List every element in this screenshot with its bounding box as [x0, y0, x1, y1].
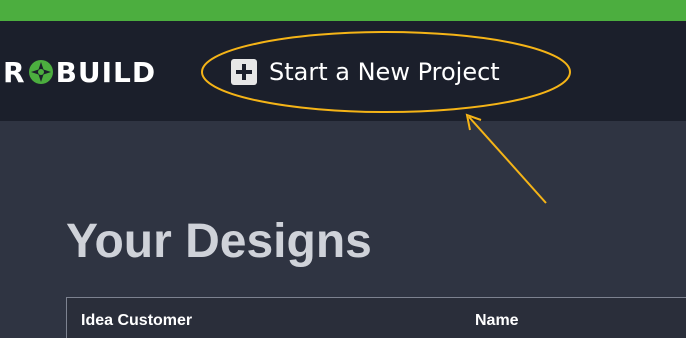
designs-table: Idea Customer Name — [66, 297, 686, 338]
start-new-project-link[interactable]: Start a New Project — [231, 55, 500, 89]
plus-square-icon — [231, 59, 257, 85]
column-header-name[interactable]: Name — [475, 312, 519, 330]
annotation-arrow-line — [468, 116, 547, 204]
logo-text-left: R — [3, 55, 26, 89]
gear-star-icon — [28, 59, 54, 85]
top-accent-strip — [0, 0, 686, 21]
logo-text-right: BUILD — [55, 55, 157, 89]
start-new-project-label: Start a New Project — [269, 58, 500, 86]
column-header-idea-customer[interactable]: Idea Customer — [81, 312, 192, 330]
page-title: Your Designs — [66, 215, 372, 268]
logo[interactable]: R BUILD — [3, 52, 156, 92]
